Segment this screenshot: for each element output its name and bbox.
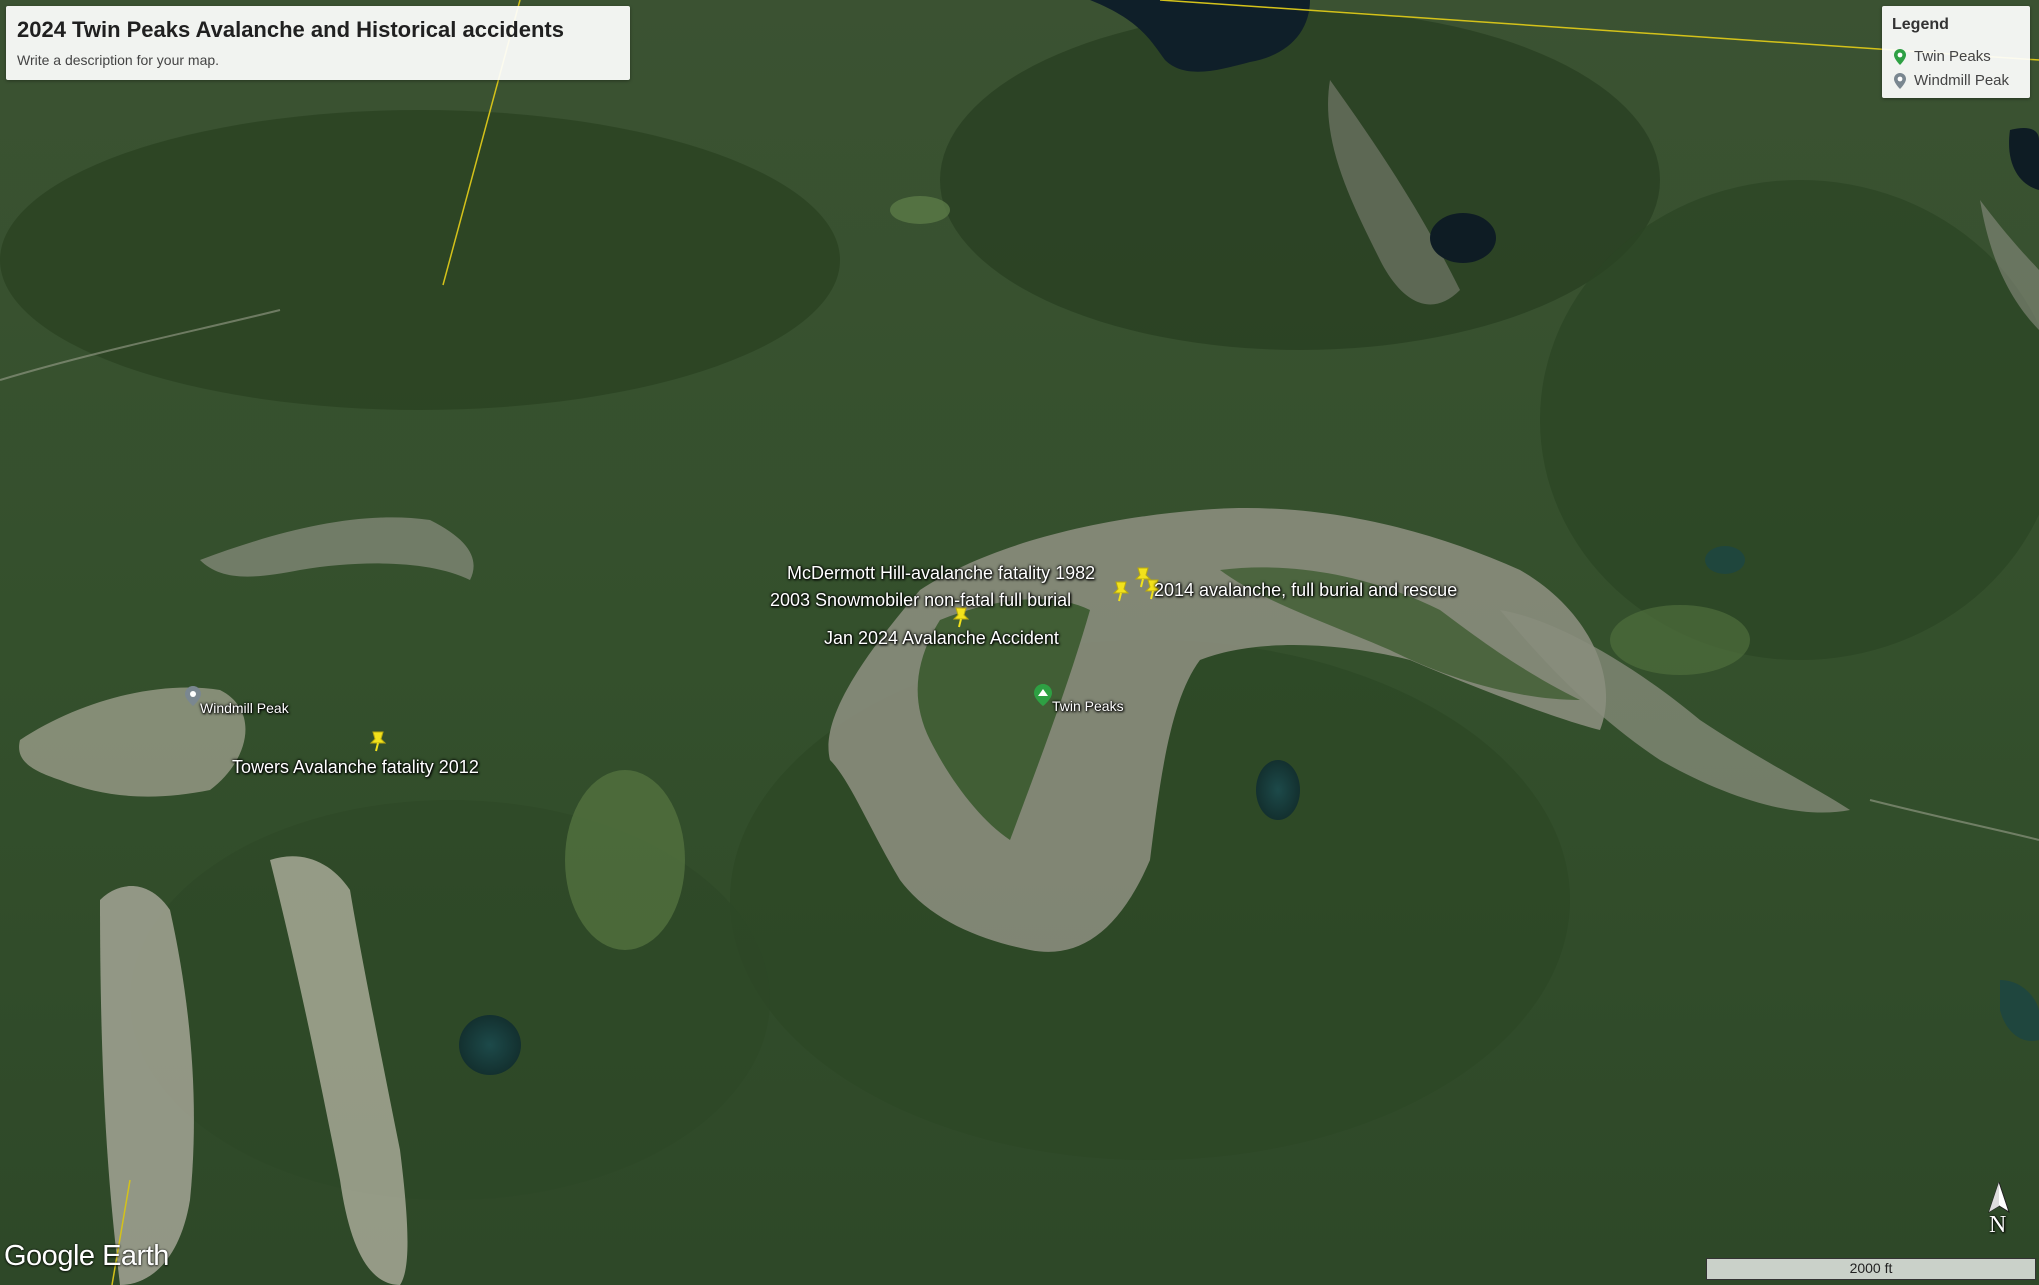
placemark-label-snowmobiler[interactable]: 2003 Snowmobiler non-fatal full burial xyxy=(770,590,1071,611)
placemark-label-jan-2024[interactable]: Jan 2024 Avalanche Accident xyxy=(824,628,1059,649)
map-title-panel: 2024 Twin Peaks Avalanche and Historical… xyxy=(6,6,630,80)
scale-bar: 2000 ft xyxy=(1706,1258,2036,1280)
legend-item-twin-peaks[interactable]: Twin Peaks xyxy=(1894,48,1991,65)
compass-label: N xyxy=(1989,1212,2007,1238)
compass[interactable]: N xyxy=(1987,1180,2011,1240)
placemark-label-2014-burial[interactable]: 2014 avalanche, full burial and rescue xyxy=(1154,580,1457,601)
map-description[interactable]: Write a description for your map. xyxy=(17,52,219,68)
google-earth-logo: Google Earth xyxy=(4,1240,169,1272)
pushpin-icon[interactable] xyxy=(367,730,389,752)
legend-panel: Legend Twin Peaks Windmill Peak xyxy=(1882,6,2030,98)
green-map-pin-icon xyxy=(1894,48,1906,65)
gray-map-pin-icon xyxy=(1894,72,1906,89)
legend-item-windmill-peak[interactable]: Windmill Peak xyxy=(1894,72,2009,89)
twin-peaks-marker-icon[interactable] xyxy=(1034,684,1052,706)
legend-label-windmill-peak: Windmill Peak xyxy=(1914,72,2010,89)
placemark-label-twin-peaks[interactable]: Twin Peaks xyxy=(1052,698,1124,714)
placemark-label-mcdermott[interactable]: McDermott Hill-avalanche fatality 1982 xyxy=(787,563,1095,584)
windmill-peak-marker-icon[interactable] xyxy=(185,686,201,706)
placemark-label-towers[interactable]: Towers Avalanche fatality 2012 xyxy=(232,757,479,778)
scale-bar-label: 2000 ft xyxy=(1849,1260,1893,1276)
map-title: 2024 Twin Peaks Avalanche and Historical… xyxy=(17,17,564,42)
north-arrow-icon xyxy=(1988,1180,2010,1214)
legend-label-twin-peaks: Twin Peaks xyxy=(1914,48,1991,65)
placemark-label-windmill-peak[interactable]: Windmill Peak xyxy=(200,700,289,716)
legend-heading: Legend xyxy=(1892,16,1949,33)
pushpin-icon[interactable] xyxy=(1110,580,1132,602)
